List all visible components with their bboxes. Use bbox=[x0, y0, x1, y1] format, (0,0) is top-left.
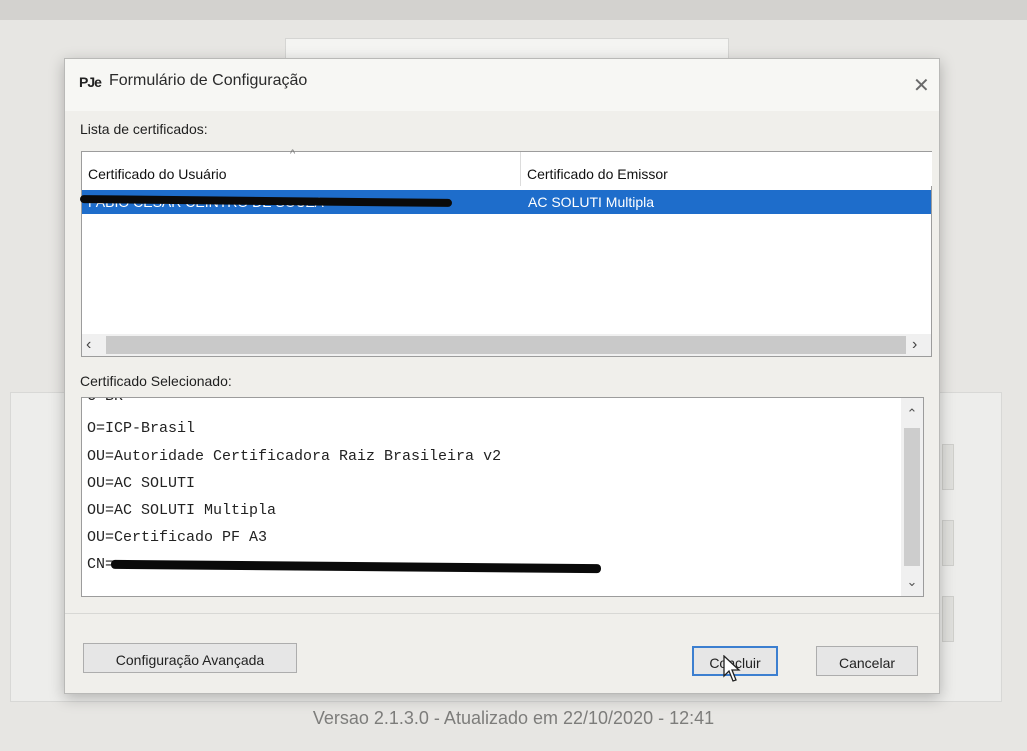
horizontal-scrollbar[interactable]: ‹ › bbox=[82, 334, 931, 356]
column-header-label: Certificado do Usuário bbox=[88, 166, 227, 182]
detail-line: O=ICP-Brasil bbox=[87, 420, 196, 437]
footer-divider bbox=[65, 613, 939, 614]
sort-ascending-icon: ^ bbox=[290, 148, 296, 160]
issuer-certificate-cell: AC SOLUTI Multipla bbox=[528, 194, 655, 210]
scroll-right-icon[interactable]: › bbox=[912, 334, 930, 356]
detail-line: C=BR bbox=[87, 398, 123, 405]
scroll-left-icon[interactable]: ‹ bbox=[86, 334, 104, 356]
selected-certificate-label: Certificado Selecionado: bbox=[80, 373, 232, 389]
selected-certificate-details[interactable]: C=BR O=ICP-Brasil OU=Autoridade Certific… bbox=[81, 397, 924, 597]
advanced-configuration-button[interactable]: Configuração Avançada bbox=[83, 643, 297, 673]
app-logo: PJe bbox=[79, 74, 102, 90]
background-side-block bbox=[942, 596, 954, 642]
version-text: Versao 2.1.3.0 - Atualizado em 22/10/202… bbox=[312, 708, 715, 728]
detail-line: OU=AC SOLUTI Multipla bbox=[87, 502, 277, 519]
close-icon[interactable]: ✕ bbox=[913, 73, 930, 98]
background-side-block bbox=[942, 444, 954, 490]
redaction-mark bbox=[110, 559, 602, 574]
column-header-issuer-certificate[interactable]: Certificado do Emissor bbox=[521, 152, 932, 186]
configuration-dialog: PJe Formulário de Configuração ✕ Lista d… bbox=[64, 58, 940, 694]
vertical-scrollbar-thumb[interactable] bbox=[904, 428, 920, 566]
dialog-title: Formulário de Configuração bbox=[109, 72, 308, 89]
certificate-table: Certificado do Usuário ^ Certificado do … bbox=[79, 148, 932, 357]
background-top-bar bbox=[0, 0, 1027, 20]
vertical-scrollbar[interactable]: ⌃ ⌄ bbox=[901, 398, 923, 596]
detail-line: OU=Autoridade Certificadora Raiz Brasile… bbox=[87, 448, 502, 465]
column-header-label: Certificado do Emissor bbox=[527, 166, 668, 182]
detail-line: OU=AC SOLUTI bbox=[87, 475, 196, 492]
background-side-block bbox=[942, 520, 954, 566]
chevron-up-icon[interactable]: ⌃ bbox=[901, 406, 923, 422]
cancel-button[interactable]: Cancelar bbox=[816, 646, 918, 676]
detail-line: OU=Certificado PF A3 bbox=[87, 529, 268, 546]
certificate-list-label: Lista de certificados: bbox=[80, 121, 208, 137]
mouse-pointer-icon bbox=[723, 655, 741, 682]
column-header-user-certificate[interactable]: Certificado do Usuário ^ bbox=[82, 148, 521, 186]
dialog-titlebar[interactable]: PJe Formulário de Configuração ✕ bbox=[65, 59, 939, 111]
table-row[interactable]: FABIO CESAR CEINTRO DE SOUZA AC SOLUTI M… bbox=[79, 190, 931, 214]
horizontal-scrollbar-thumb[interactable] bbox=[106, 336, 906, 354]
detail-line: CN= bbox=[87, 556, 115, 573]
chevron-down-icon[interactable]: ⌄ bbox=[901, 574, 923, 590]
